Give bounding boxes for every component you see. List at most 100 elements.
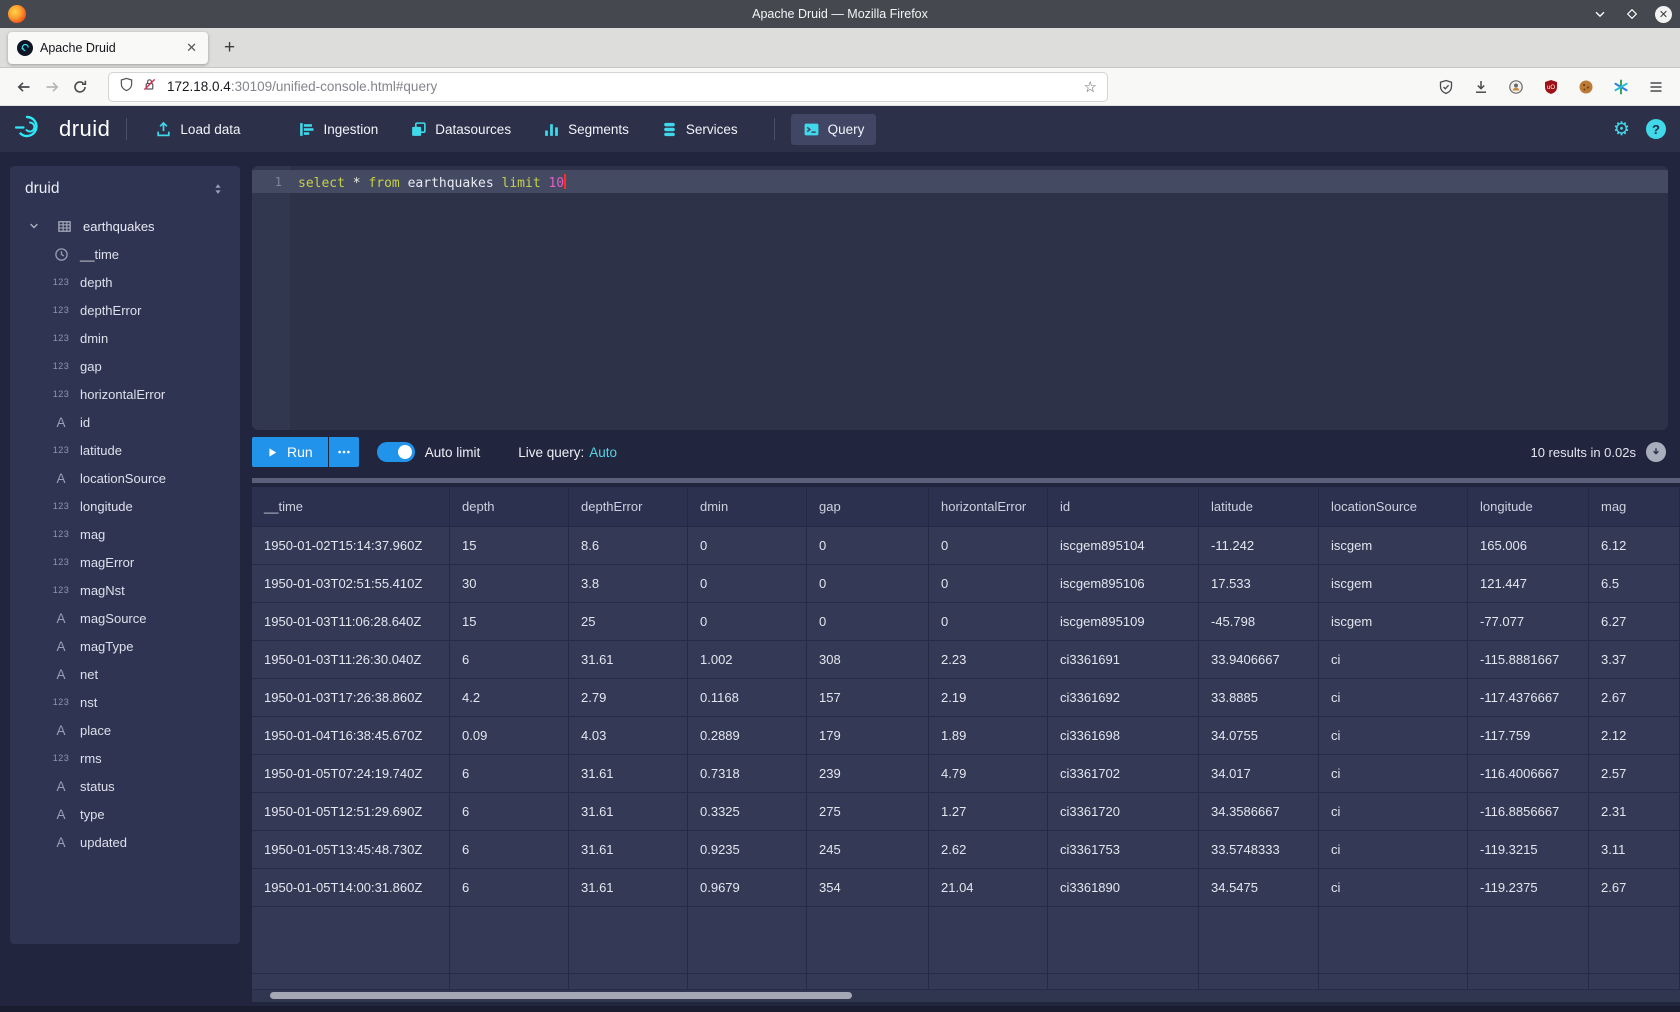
table-cell[interactable]: 0	[688, 527, 807, 564]
table-cell-empty[interactable]	[450, 974, 569, 989]
table-cell[interactable]: 0	[688, 565, 807, 602]
export-download-icon[interactable]	[1646, 442, 1666, 462]
table-cell[interactable]: 34.017	[1199, 755, 1319, 792]
sidebar-column-depthError[interactable]: 123depthError	[10, 296, 240, 324]
table-cell[interactable]: ci	[1319, 641, 1468, 678]
table-cell[interactable]: ci	[1319, 717, 1468, 754]
results-header-depthError[interactable]: depthError	[569, 487, 688, 526]
sidebar-column-updated[interactable]: Aupdated	[10, 828, 240, 856]
table-cell[interactable]: 31.61	[569, 831, 688, 868]
table-cell[interactable]: 1950-01-03T11:06:28.640Z	[252, 603, 450, 640]
table-cell[interactable]: ci	[1319, 869, 1468, 906]
table-cell[interactable]: 121.447	[1468, 565, 1589, 602]
table-cell[interactable]: 6	[450, 641, 569, 678]
table-cell[interactable]: 1950-01-03T17:26:38.860Z	[252, 679, 450, 716]
nav-item-services[interactable]: Services	[649, 114, 750, 145]
table-cell[interactable]: 275	[807, 793, 929, 830]
more-options-button[interactable]	[329, 437, 359, 467]
shield-permissions-icon[interactable]	[119, 77, 134, 97]
sidebar-column-longitude[interactable]: 123longitude	[10, 492, 240, 520]
table-cell[interactable]: ci	[1319, 793, 1468, 830]
sidebar-table-earthquakes[interactable]: earthquakes	[10, 212, 240, 240]
sidebar-column-gap[interactable]: 123gap	[10, 352, 240, 380]
table-cell[interactable]: 0	[807, 565, 929, 602]
sidebar-column-locationSource[interactable]: AlocationSource	[10, 464, 240, 492]
table-cell[interactable]: 1950-01-05T14:00:31.860Z	[252, 869, 450, 906]
results-header-gap[interactable]: gap	[807, 487, 929, 526]
new-tab-button[interactable]: +	[224, 38, 235, 57]
nav-item-datasources[interactable]: Datasources	[398, 114, 523, 145]
table-cell-empty[interactable]	[1589, 974, 1680, 989]
table-cell[interactable]: ci3361753	[1048, 831, 1199, 868]
results-header-__time[interactable]: __time	[252, 487, 450, 526]
table-cell[interactable]: 34.3586667	[1199, 793, 1319, 830]
table-cell[interactable]: 2.12	[1589, 717, 1680, 754]
table-cell-empty[interactable]	[1468, 974, 1589, 989]
sidebar-column-net[interactable]: Anet	[10, 660, 240, 688]
table-cell[interactable]: 2.67	[1589, 869, 1680, 906]
table-cell[interactable]: ci	[1319, 679, 1468, 716]
table-cell[interactable]: 157	[807, 679, 929, 716]
table-cell[interactable]: 34.0755	[1199, 717, 1319, 754]
table-cell[interactable]: 3.8	[569, 565, 688, 602]
table-cell[interactable]: iscgem	[1319, 527, 1468, 564]
chevron-down-icon[interactable]	[23, 220, 45, 232]
table-cell[interactable]: ci3361698	[1048, 717, 1199, 754]
results-header-id[interactable]: id	[1048, 487, 1199, 526]
table-cell[interactable]: 17.533	[1199, 565, 1319, 602]
sidebar-column-latitude[interactable]: 123latitude	[10, 436, 240, 464]
table-cell[interactable]: 354	[807, 869, 929, 906]
table-cell[interactable]: 245	[807, 831, 929, 868]
window-maximize-icon[interactable]	[1623, 5, 1641, 23]
sidebar-column-mag[interactable]: 123mag	[10, 520, 240, 548]
table-cell-empty[interactable]	[1319, 907, 1468, 973]
table-cell[interactable]: 1950-01-03T02:51:55.410Z	[252, 565, 450, 602]
nav-item-segments[interactable]: Segments	[531, 114, 641, 145]
sidebar-column-__time[interactable]: __time	[10, 240, 240, 268]
scrollbar-thumb[interactable]	[270, 992, 852, 999]
table-cell[interactable]: 1.89	[929, 717, 1048, 754]
table-cell[interactable]: ci	[1319, 831, 1468, 868]
table-cell[interactable]: 2.23	[929, 641, 1048, 678]
url-bar[interactable]: 172.18.0.4:30109/unified-console.html#qu…	[108, 72, 1108, 102]
table-cell-empty[interactable]	[569, 907, 688, 973]
table-cell-empty[interactable]	[1199, 974, 1319, 989]
bookmark-star-icon[interactable]: ☆	[1084, 78, 1097, 96]
table-cell[interactable]: ci3361691	[1048, 641, 1199, 678]
colorful-asterisk-icon[interactable]	[1607, 73, 1635, 101]
table-cell[interactable]: 1950-01-05T12:51:29.690Z	[252, 793, 450, 830]
ublock-icon[interactable]: uO	[1537, 73, 1565, 101]
table-cell[interactable]: 2.31	[1589, 793, 1680, 830]
table-cell[interactable]: 308	[807, 641, 929, 678]
results-header-mag[interactable]: mag	[1589, 487, 1680, 526]
table-cell[interactable]: 30	[450, 565, 569, 602]
table-cell-empty[interactable]	[929, 907, 1048, 973]
sql-editor[interactable]: 1 select * from earthquakes limit 10	[252, 166, 1668, 430]
table-cell[interactable]: 239	[807, 755, 929, 792]
nav-item-query[interactable]: Query	[791, 114, 877, 145]
sidebar-column-place[interactable]: Aplace	[10, 716, 240, 744]
table-cell[interactable]: 1950-01-03T11:26:30.040Z	[252, 641, 450, 678]
table-cell[interactable]: 0	[807, 603, 929, 640]
table-cell[interactable]: 15	[450, 527, 569, 564]
table-cell[interactable]: iscgem	[1319, 565, 1468, 602]
sidebar-column-magSource[interactable]: AmagSource	[10, 604, 240, 632]
protection-shield-icon[interactable]	[1432, 73, 1460, 101]
table-cell[interactable]: iscgem895109	[1048, 603, 1199, 640]
table-cell[interactable]: 0.1168	[688, 679, 807, 716]
table-cell[interactable]: 1.27	[929, 793, 1048, 830]
gear-icon[interactable]: ⚙	[1613, 120, 1630, 139]
sidebar-column-type[interactable]: Atype	[10, 800, 240, 828]
help-icon[interactable]: ?	[1646, 119, 1666, 139]
double-caret-icon[interactable]	[211, 182, 225, 196]
sidebar-column-status[interactable]: Astatus	[10, 772, 240, 800]
table-cell[interactable]: 0.2889	[688, 717, 807, 754]
table-cell-empty[interactable]	[1468, 907, 1589, 973]
back-icon[interactable]	[10, 73, 38, 101]
table-cell[interactable]: 2.19	[929, 679, 1048, 716]
table-cell-empty[interactable]	[569, 974, 688, 989]
table-cell[interactable]: 33.9406667	[1199, 641, 1319, 678]
table-cell-empty[interactable]	[1048, 974, 1199, 989]
table-cell[interactable]: 31.61	[569, 755, 688, 792]
sidebar-column-magType[interactable]: AmagType	[10, 632, 240, 660]
